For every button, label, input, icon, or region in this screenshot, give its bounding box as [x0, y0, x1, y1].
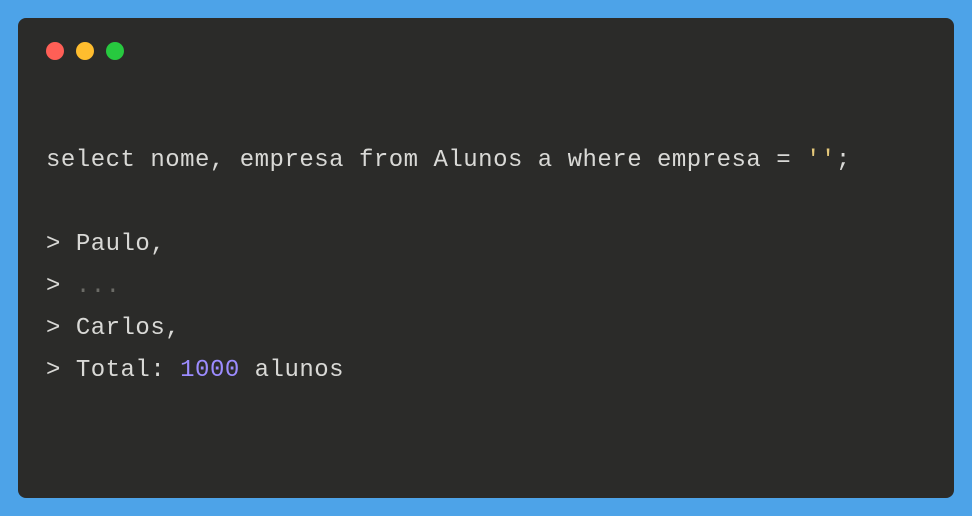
output-prompt: > [46, 231, 76, 258]
sql-string-literal: '' [806, 147, 836, 174]
total-count: 1000 [180, 357, 240, 384]
close-icon[interactable] [46, 42, 64, 60]
terminal-window: select nome, empresa from Alunos a where… [18, 18, 954, 498]
minimize-icon[interactable] [76, 42, 94, 60]
total-label: Total: [76, 357, 180, 384]
ellipsis-icon: ... [76, 273, 121, 300]
output-prompt: > [46, 273, 76, 300]
window-controls [46, 42, 926, 60]
sql-query-line: select nome, empresa from Alunos a where… [46, 140, 926, 182]
output-total-row: > Total: 1000 alunos [46, 350, 926, 392]
output-row: > Paulo, [46, 224, 926, 266]
output-row: > ... [46, 266, 926, 308]
output-prompt: > [46, 357, 76, 384]
output-value: Carlos, [76, 315, 180, 342]
output-value: Paulo, [76, 231, 165, 258]
sql-query-terminator: ; [836, 147, 851, 174]
total-suffix: alunos [240, 357, 344, 384]
output-prompt: > [46, 315, 76, 342]
output-row: > Carlos, [46, 308, 926, 350]
blank-line [46, 182, 926, 224]
sql-query-text: select nome, empresa from Alunos a where… [46, 147, 806, 174]
maximize-icon[interactable] [106, 42, 124, 60]
